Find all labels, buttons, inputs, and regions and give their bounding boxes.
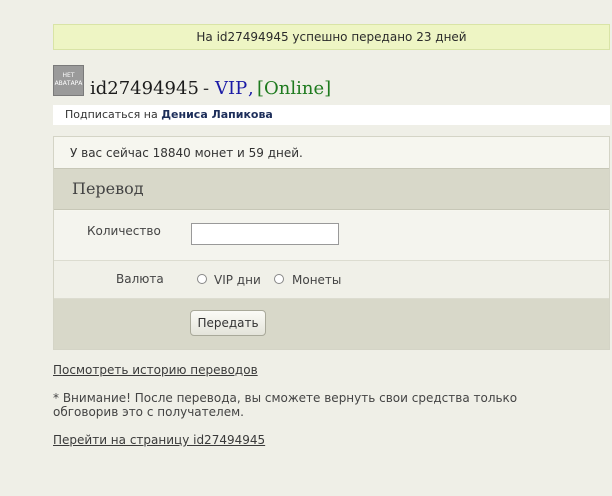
name-separator: - bbox=[203, 78, 210, 99]
online-status: [Online] bbox=[257, 78, 332, 99]
currency-row: Валюта VIP дни Монеты bbox=[54, 261, 609, 299]
warning-text: * Внимание! После перевода, вы сможете в… bbox=[53, 391, 518, 419]
coins-label[interactable]: Монеты bbox=[292, 273, 341, 287]
coins-radio[interactable] bbox=[274, 274, 284, 284]
subscribe-bar: Подписаться на Дениса Лапикова bbox=[53, 105, 610, 125]
history-link[interactable]: Посмотреть историю переводов bbox=[53, 363, 258, 377]
success-notice-text: На id27494945 успешно передано 23 дней bbox=[196, 30, 467, 44]
vip-days-radio[interactable] bbox=[197, 274, 207, 284]
vip-status: VIP bbox=[215, 78, 248, 99]
transfer-button[interactable]: Передать bbox=[190, 310, 266, 336]
quantity-row: Количество bbox=[54, 211, 609, 261]
currency-label: Валюта bbox=[116, 272, 164, 286]
success-notice: На id27494945 успешно передано 23 дней bbox=[53, 24, 610, 50]
avatar-text-line2: АВАТАРА bbox=[54, 80, 83, 87]
subscribe-link[interactable]: Дениса Лапикова bbox=[161, 108, 273, 121]
submit-row: Передать bbox=[54, 299, 609, 349]
status-separator: , bbox=[248, 78, 254, 99]
avatar-text-line1: НЕТ bbox=[62, 72, 75, 79]
username: id27494945 bbox=[90, 78, 199, 99]
profile-link[interactable]: Перейти на страницу id27494945 bbox=[53, 433, 265, 447]
quantity-input[interactable] bbox=[191, 223, 339, 245]
avatar[interactable]: НЕТ АВАТАРА bbox=[53, 65, 84, 96]
transfer-panel: У вас сейчас 18840 монет и 59 дней. Пере… bbox=[53, 136, 610, 350]
transfer-title: Перевод bbox=[54, 168, 609, 210]
balance-text: У вас сейчас 18840 монет и 59 дней. bbox=[70, 146, 303, 160]
vip-days-label[interactable]: VIP дни bbox=[214, 273, 261, 287]
quantity-label: Количество bbox=[87, 224, 161, 238]
subscribe-prefix: Подписаться на bbox=[65, 108, 158, 121]
